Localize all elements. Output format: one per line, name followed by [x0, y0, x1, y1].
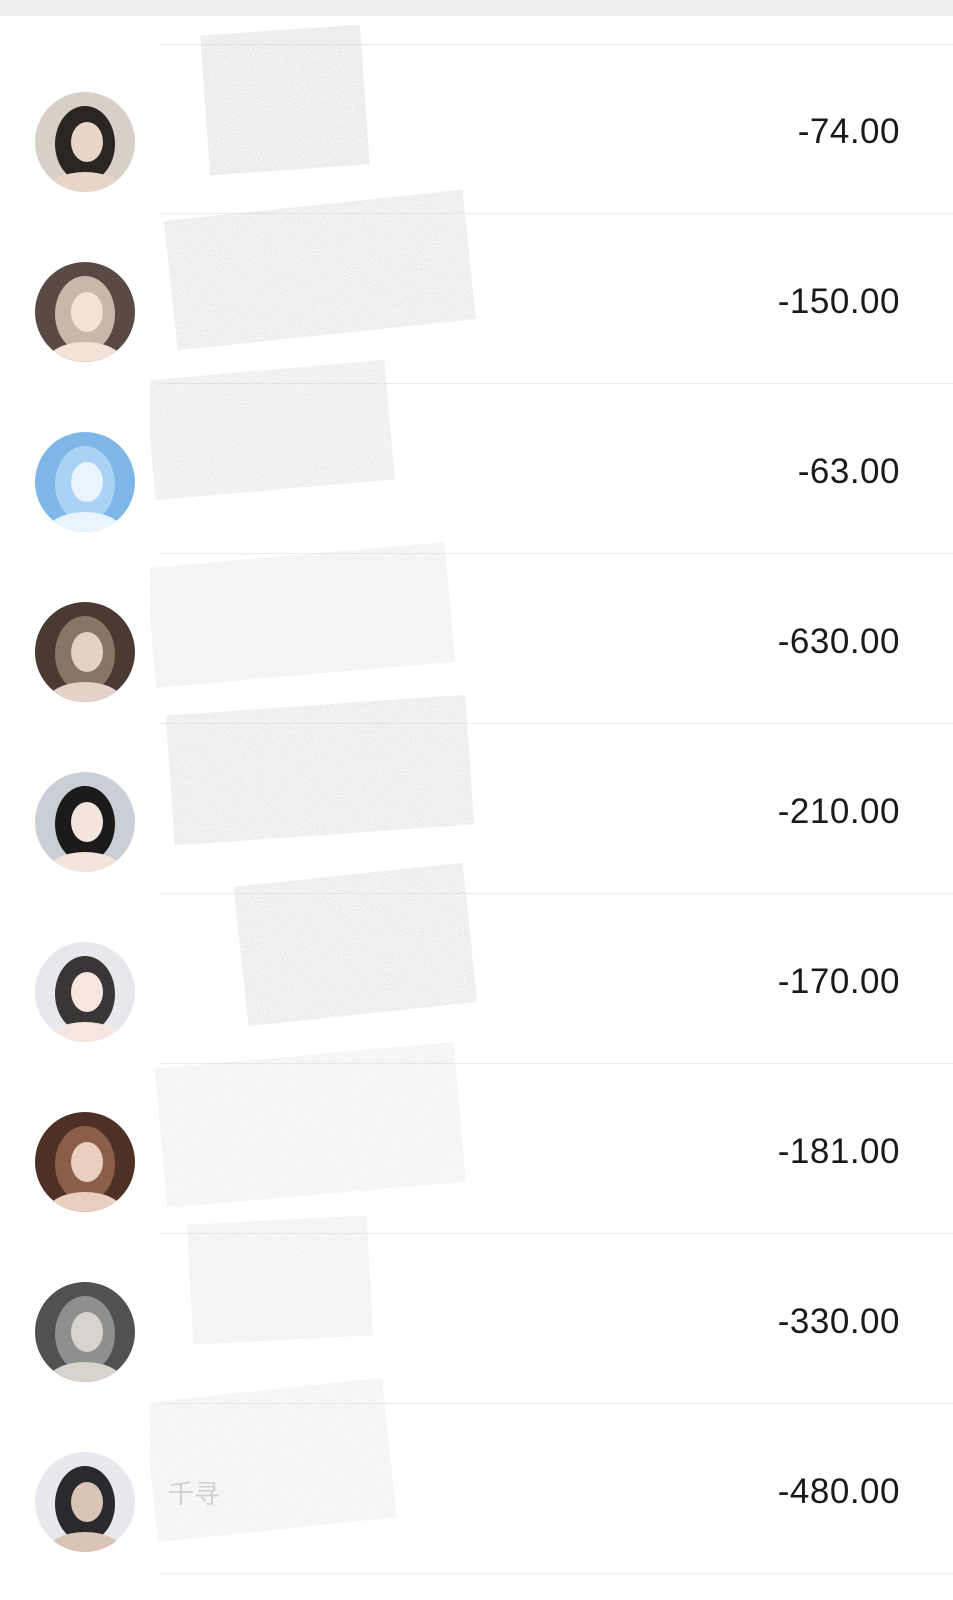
transaction-amount: -630.00	[777, 622, 900, 661]
transaction-row[interactable]: -170.00	[0, 894, 953, 1064]
transaction-row[interactable]: -150.00	[0, 214, 953, 384]
avatar	[35, 92, 135, 192]
avatar-image	[35, 772, 135, 872]
transaction-amount: -150.00	[777, 282, 900, 321]
avatar	[35, 1282, 135, 1382]
avatar	[35, 772, 135, 872]
transaction-amount: -480.00	[777, 1472, 900, 1511]
avatar	[35, 602, 135, 702]
avatar-image	[35, 1112, 135, 1212]
transaction-amount: -210.00	[777, 792, 900, 831]
avatar-image	[35, 602, 135, 702]
transaction-row[interactable]: -630.00	[0, 554, 953, 724]
avatar-image	[35, 1452, 135, 1552]
transaction-amount: -74.00	[797, 112, 900, 151]
transaction-amount: -63.00	[797, 452, 900, 491]
transaction-list: -74.00 -150.00 -63.00 -630.00 -210.00 -1…	[0, 16, 953, 1600]
avatar	[35, 432, 135, 532]
avatar	[35, 1452, 135, 1552]
transaction-amount: -181.00	[777, 1132, 900, 1171]
transaction-row[interactable]: -181.00	[0, 1064, 953, 1234]
avatar	[35, 942, 135, 1042]
transaction-row[interactable]: -210.00	[0, 724, 953, 894]
avatar-image	[35, 942, 135, 1042]
avatar-image	[35, 432, 135, 532]
transaction-amount: -170.00	[777, 962, 900, 1001]
transaction-row[interactable]: -63.00	[0, 384, 953, 554]
avatar	[35, 1112, 135, 1212]
row-divider	[160, 1573, 953, 1574]
avatar-image	[35, 1282, 135, 1382]
transaction-row[interactable]: -330.00	[0, 1234, 953, 1404]
transaction-amount: -330.00	[777, 1302, 900, 1341]
transaction-row[interactable]: -74.00	[0, 44, 953, 214]
top-status-strip	[0, 0, 953, 16]
avatar	[35, 262, 135, 362]
avatar-image	[35, 262, 135, 362]
avatar-image	[35, 92, 135, 192]
transaction-title: 千寻	[168, 1479, 221, 1509]
transaction-row[interactable]: 千寻 -480.00	[0, 1404, 953, 1574]
